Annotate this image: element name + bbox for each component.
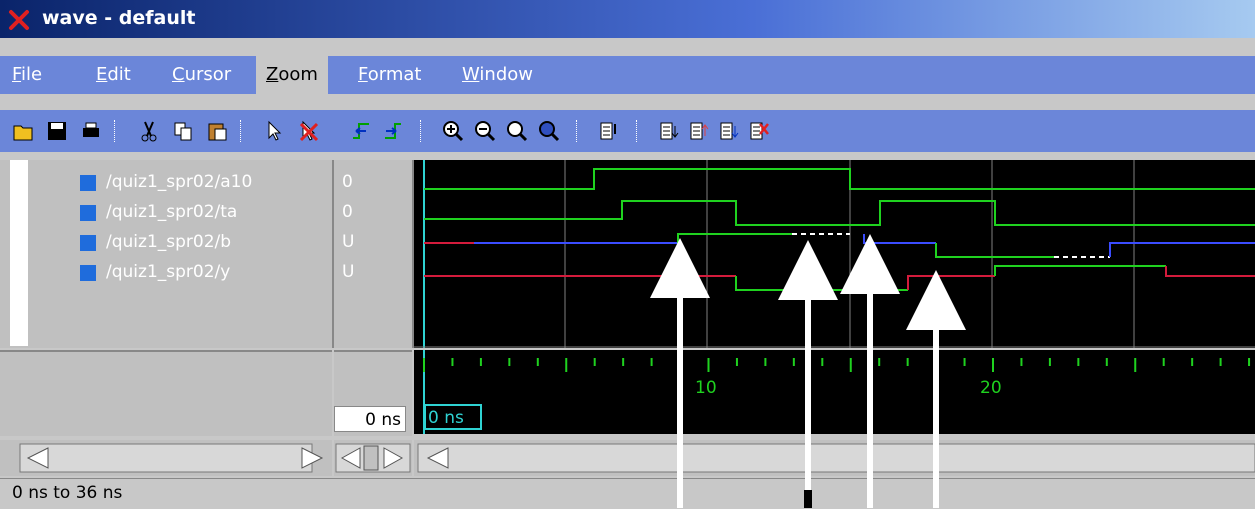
status-bar: 0 ns to 36 ns (0, 478, 1255, 509)
zoom-cursor-icon[interactable] (538, 120, 560, 142)
cursor-time-label[interactable]: 0 ns (424, 404, 482, 430)
scrollbar-graphic (334, 440, 412, 476)
signal-value: 0 (342, 202, 353, 222)
save-icon[interactable] (46, 120, 68, 142)
find-next-edge-icon[interactable] (382, 120, 404, 142)
ruler-ticks (423, 358, 1251, 372)
wave-options-icon[interactable] (598, 120, 620, 142)
tick-label-20: 20 (980, 378, 1002, 398)
toolbar-separator (636, 120, 639, 142)
toolbar-separator (576, 120, 579, 142)
menu-zoom[interactable]: Zoom (256, 56, 328, 94)
app-icon (9, 10, 29, 30)
waveform-canvas (414, 160, 1255, 348)
values-footer: 0 ns (334, 350, 412, 436)
toolbar (0, 110, 1255, 152)
window-title: wave - default (42, 7, 196, 29)
select-pointer-icon[interactable] (264, 120, 286, 142)
menu-format[interactable]: Format (358, 56, 421, 94)
wave-ta (424, 200, 1255, 226)
wave-b-green-2 (935, 243, 1054, 258)
sort-up-icon[interactable] (688, 120, 710, 142)
timeline-pane[interactable]: 10 20 (414, 350, 1255, 434)
toolbar-separator (420, 120, 423, 142)
time-range-status: 0 ns to 36 ns (12, 483, 123, 503)
names-left-strip (10, 160, 28, 346)
delete-signal-icon[interactable] (748, 120, 770, 142)
now-time-field: 0 ns (334, 406, 406, 432)
menu-bar: File Edit Cursor Zoom Format Window (0, 56, 1255, 94)
paste-icon[interactable] (206, 120, 228, 142)
print-icon[interactable] (80, 120, 102, 142)
timeline-ruler: 10 20 (423, 350, 1251, 434)
sort-down-icon[interactable] (658, 120, 680, 142)
copy-icon[interactable] (172, 120, 194, 142)
names-scrollbar[interactable] (0, 440, 332, 476)
cut-icon[interactable] (138, 120, 160, 142)
wave-y-green-2 (994, 265, 1166, 276)
signal-square-icon (80, 265, 96, 281)
wave-b-blue-3 (1109, 242, 1255, 257)
wave-a10 (424, 168, 1255, 190)
menu-file[interactable]: File (12, 56, 42, 94)
signal-value: U (342, 262, 355, 282)
signal-names-pane: /quiz1_spr02/a10 /quiz1_spr02/ta /quiz1_… (0, 160, 334, 348)
toolbar-separator (240, 120, 243, 142)
wave-scrollbar[interactable] (414, 440, 1255, 476)
signal-square-icon (80, 235, 96, 251)
zoom-out-icon[interactable] (474, 120, 496, 142)
wave-y-red-3 (1165, 266, 1255, 277)
title-bar: wave - default (0, 0, 1255, 38)
zoom-full-icon[interactable] (506, 120, 528, 142)
scrollbar-graphic (0, 440, 332, 476)
wave-y-green (735, 276, 908, 291)
menu-cursor[interactable]: Cursor (172, 56, 231, 94)
wave-b-green (677, 233, 792, 243)
values-scrollbar[interactable] (334, 440, 412, 476)
menu-window[interactable]: Window (462, 56, 533, 94)
signal-square-icon (80, 205, 96, 221)
signal-value: 0 (342, 172, 353, 192)
waveform-pane[interactable] (414, 160, 1255, 348)
toolbar-separator (114, 120, 117, 142)
delete-cursor-icon[interactable] (298, 120, 320, 142)
insert-signal-icon[interactable] (718, 120, 740, 142)
tick-label-10: 10 (695, 378, 717, 398)
wave-b-blue-2 (863, 234, 936, 244)
signal-square-icon (80, 175, 96, 191)
signal-values-pane: 0 0 U U (334, 160, 414, 348)
wave-y-red-2 (907, 275, 995, 290)
open-folder-icon[interactable] (12, 120, 34, 142)
zoom-in-icon[interactable] (442, 120, 464, 142)
scroll-thumb[interactable] (363, 445, 379, 471)
menu-edit[interactable]: Edit (96, 56, 131, 94)
scrollbar-graphic (414, 440, 1255, 476)
signal-value: U (342, 232, 355, 252)
names-footer (0, 350, 332, 436)
find-previous-edge-icon[interactable] (350, 120, 372, 142)
